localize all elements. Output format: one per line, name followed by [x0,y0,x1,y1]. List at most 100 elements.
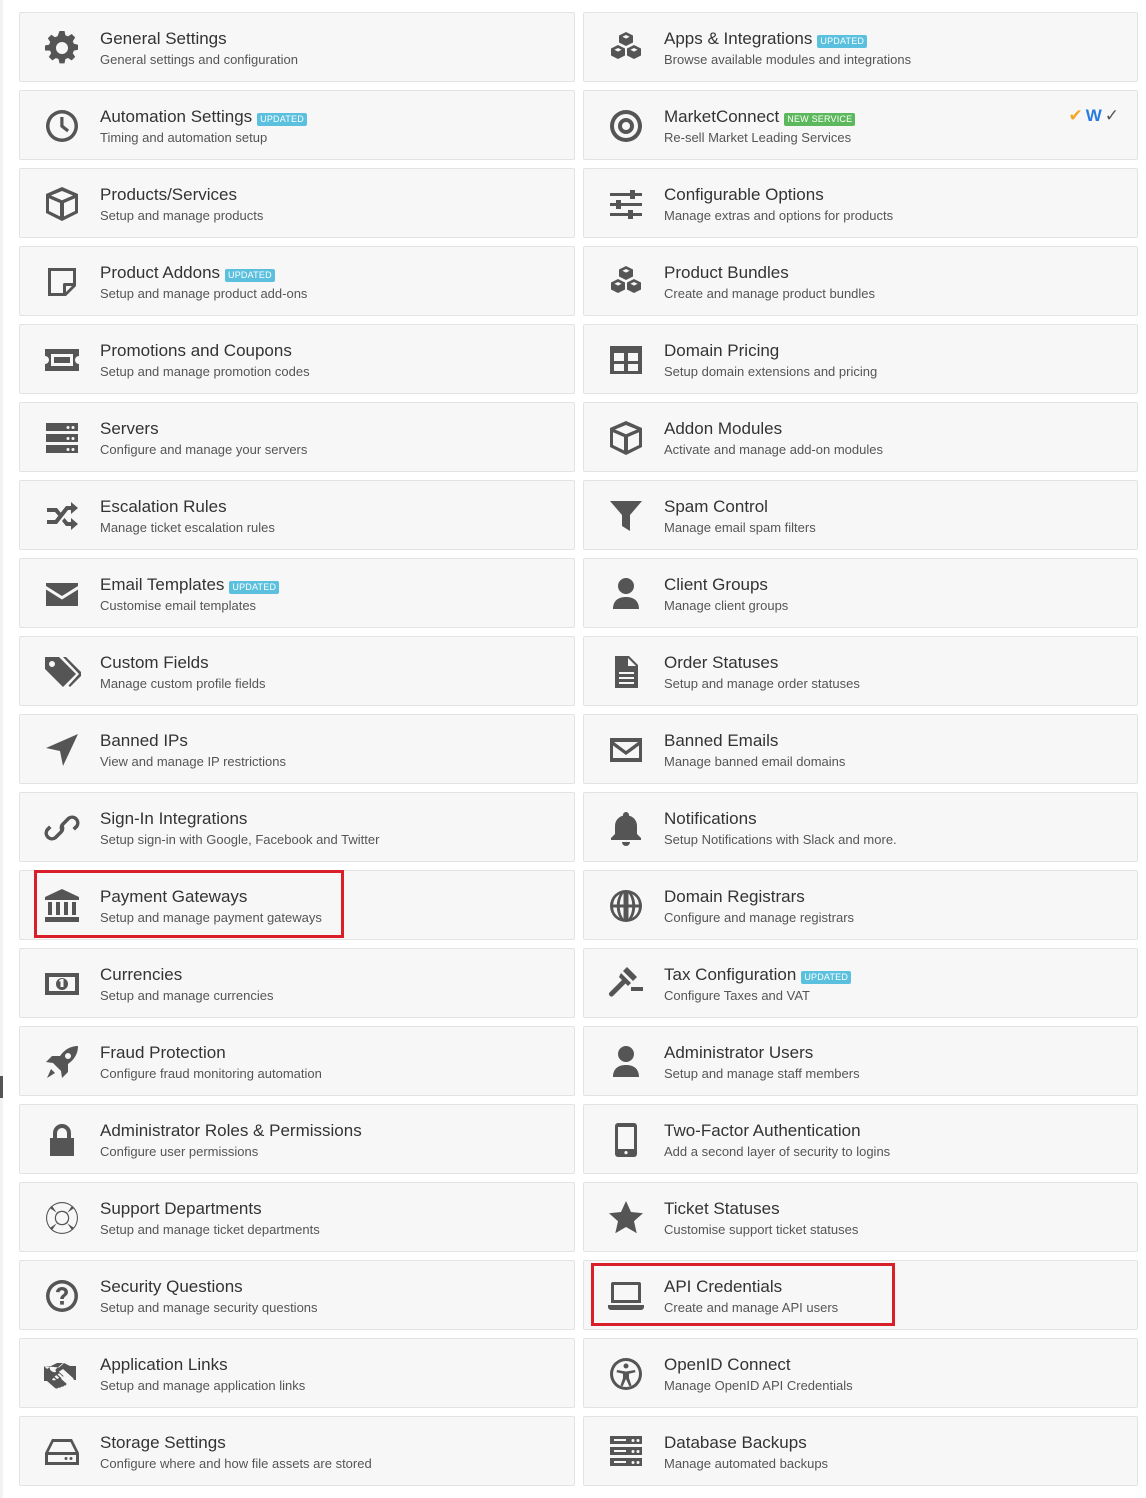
tile-title: Currencies [100,965,183,984]
tile-security-questions[interactable]: Security Questions Setup and manage secur… [19,1260,575,1330]
tile-title-row: Administrator Roles & Permissions [100,1121,362,1141]
tile-custom-fields[interactable]: Custom Fields Manage custom profile field… [19,636,575,706]
tile-title: Two-Factor Authentication [664,1121,861,1140]
gavel-icon [604,965,648,1003]
tile-title-row: Support Departments [100,1199,262,1219]
tile-description: Manage banned email domains [664,754,846,769]
tile-administrator-users[interactable]: Administrator Users Setup and manage staf… [583,1026,1138,1096]
tile-fraud-protection[interactable]: Fraud Protection Configure fraud monitori… [19,1026,575,1096]
tile-administrator-roles-and-permissions[interactable]: Administrator Roles & Permissions Configu… [19,1104,575,1174]
tile-configurable-options[interactable]: Configurable Options Manage extras and op… [583,168,1138,238]
tile-title-row: Email Templates Updated [100,575,280,595]
tile-sign-in-integrations[interactable]: Sign-In Integrations Setup sign-in with G… [19,792,575,862]
tile-title: Products/Services [100,185,237,204]
tile-payment-gateways[interactable]: Payment Gateways Setup and manage payment… [19,870,575,940]
tile-domain-registrars[interactable]: Domain Registrars Configure and manage re… [583,870,1138,940]
mobile-icon [604,1121,648,1159]
tile-title-row: Client Groups [664,575,768,595]
tile-description: Configure fraud monitoring automation [100,1066,322,1081]
tile-spam-control[interactable]: Spam Control Manage email spam filters [583,480,1138,550]
tile-description: Configure user permissions [100,1144,259,1159]
envelope-icon [40,575,84,613]
updated-badge: Updated [257,112,307,126]
money-icon [40,965,84,1003]
database-icon [604,1433,648,1471]
tile-tax-configuration[interactable]: Tax Configuration Updated Configure Taxes … [583,948,1138,1018]
tile-api-credentials[interactable]: API Credentials Create and manage API use… [583,1260,1138,1330]
tile-description: Customise email templates [100,598,257,613]
tile-title: Configurable Options [664,185,824,204]
updated-badge: Updated [225,268,275,282]
accessibility-icon [604,1355,648,1393]
tile-ticket-statuses[interactable]: Ticket Statuses Customise support ticket … [583,1182,1138,1252]
tile-description: Configure where and how file assets are … [100,1456,372,1471]
tile-currencies[interactable]: Currencies Setup and manage currencies [19,948,575,1018]
tile-title: Storage Settings [100,1433,226,1452]
tile-domain-pricing[interactable]: Domain Pricing Setup domain extensions an… [583,324,1138,394]
tile-email-templates[interactable]: Email Templates Updated Customise email te… [19,558,575,628]
tile-apps-and-integrations[interactable]: Apps & Integrations Updated Browse availab… [583,12,1138,82]
tile-description: Re-sell Market Leading Services [664,130,852,145]
bell-icon [604,809,648,847]
tile-title-row: Administrator Users [664,1043,813,1063]
tile-title-row: Escalation Rules [100,497,227,517]
tile-title: Spam Control [664,497,768,516]
tile-description: Manage client groups [664,598,789,613]
tile-automation-settings[interactable]: Automation Settings Updated Timing and aut… [19,90,575,160]
tile-product-bundles[interactable]: Product Bundles Create and manage product… [583,246,1138,316]
settings-grid: General Settings General settings and con… [19,12,1138,1486]
tile-support-departments[interactable]: Support Departments Setup and manage tick… [19,1182,575,1252]
tile-title: Servers [100,419,159,438]
tile-title: Fraud Protection [100,1043,226,1062]
tile-title: Product Bundles [664,263,789,282]
tile-title-row: Currencies [100,965,182,985]
tile-product-addons[interactable]: Product Addons Updated Setup and manage pr… [19,246,575,316]
tile-title: Database Backups [664,1433,807,1452]
gear-icon [40,29,84,67]
hdd-icon [40,1433,84,1471]
tile-two-factor-authentication[interactable]: Two-Factor Authentication Add a second la… [583,1104,1138,1174]
tile-description: Manage email spam filters [664,520,816,535]
cube-icon [604,419,648,457]
tile-title-row: Product Addons Updated [100,263,275,283]
tile-title-row: Two-Factor Authentication [664,1121,861,1141]
partner-logos: ✔ W ✓ [1068,107,1119,125]
tile-database-backups[interactable]: Database Backups Manage automated backups [583,1416,1138,1486]
tile-title: Notifications [664,809,757,828]
tile-storage-settings[interactable]: Storage Settings Configure where and how … [19,1416,575,1486]
tile-notifications[interactable]: Notifications Setup Notifications with Sl… [583,792,1138,862]
tile-banned-ips[interactable]: Banned IPs View and manage IP restriction… [19,714,575,784]
tile-promotions-and-coupons[interactable]: Promotions and Coupons Setup and manage p… [19,324,575,394]
tile-order-statuses[interactable]: Order Statuses Setup and manage order sta… [583,636,1138,706]
user-icon [604,1043,648,1081]
tile-title: Domain Pricing [664,341,780,360]
tile-marketconnect[interactable]: MarketConnect New Service Re-sell Market L… [583,90,1138,160]
tile-title: Addon Modules [664,419,783,438]
tile-description: View and manage IP restrictions [100,754,286,769]
checkmark-logo-icon: ✔ [1068,106,1083,125]
tile-description: Setup and manage currencies [100,988,274,1003]
tile-description: Create and manage API users [664,1300,839,1315]
tile-description: Manage ticket escalation rules [100,520,275,535]
life-ring-icon [40,1199,84,1237]
tile-title: Security Questions [100,1277,243,1296]
tile-client-groups[interactable]: Client Groups Manage client groups [583,558,1138,628]
tile-application-links[interactable]: Application Links Setup and manage applic… [19,1338,575,1408]
tile-servers[interactable]: Servers Configure and manage your servers [19,402,575,472]
link-icon [40,809,84,847]
tile-description: Setup and manage ticket departments [100,1222,320,1237]
tile-general-settings[interactable]: General Settings General settings and con… [19,12,575,82]
updated-badge: Updated [229,580,280,594]
tile-title: Administrator Users [664,1043,814,1062]
tile-title-row: Domain Pricing [664,341,779,361]
tile-products-services[interactable]: Products/Services Setup and manage produc… [19,168,575,238]
tile-banned-emails[interactable]: Banned Emails Manage banned email domains [583,714,1138,784]
server-icon [40,419,84,457]
left-edge [0,0,3,1498]
tile-title-row: Promotions and Coupons [100,341,292,361]
tile-description: Add a second layer of security to logins [664,1144,891,1159]
tile-addon-modules[interactable]: Addon Modules Activate and manage add-on … [583,402,1138,472]
tile-openid-connect[interactable]: OpenID Connect Manage OpenID API Credenti… [583,1338,1138,1408]
tile-escalation-rules[interactable]: Escalation Rules Manage ticket escalation… [19,480,575,550]
tile-title-row: General Settings [100,29,227,49]
